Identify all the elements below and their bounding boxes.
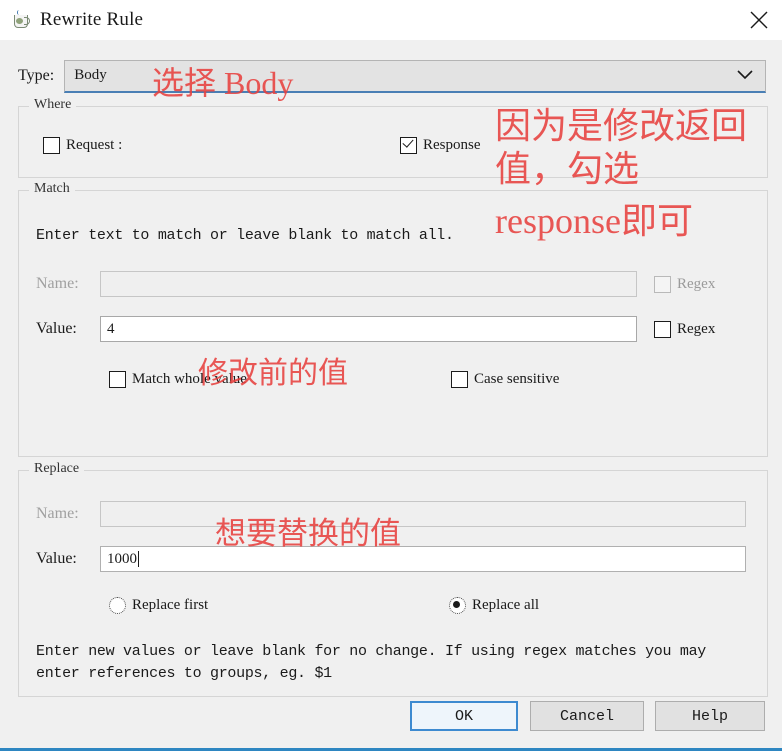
replace-hint-line2: enter references to groups, eg. $1	[36, 665, 332, 682]
response-checkbox[interactable]	[400, 137, 417, 154]
match-name-regex-label: Regex	[677, 275, 716, 292]
replace-all-radio[interactable]	[449, 597, 466, 614]
replace-value-input[interactable]: 1000	[100, 546, 746, 572]
case-sensitive-row[interactable]: Case sensitive	[451, 371, 559, 388]
replace-all-row[interactable]: Replace all	[449, 597, 539, 614]
replace-group: Replace Name: Value: 1000 Replace first	[18, 461, 768, 697]
type-row: Type: Body	[18, 59, 766, 93]
close-icon[interactable]	[736, 0, 782, 40]
match-value-regex-row[interactable]: Regex	[654, 320, 716, 338]
match-name-input	[100, 271, 637, 297]
case-sensitive-label: Case sensitive	[474, 371, 560, 387]
match-whole-value-row[interactable]: Match whole value	[109, 371, 247, 388]
replace-first-row[interactable]: Replace first	[109, 597, 208, 614]
request-checkbox-row[interactable]: Request :	[43, 137, 122, 154]
java-cup-icon	[11, 10, 31, 30]
replace-group-title: Replace	[29, 461, 85, 477]
chevron-down-icon	[737, 67, 753, 85]
replace-name-label: Name:	[36, 505, 79, 522]
where-group-title: Where	[29, 97, 77, 113]
match-group-title: Match	[29, 181, 75, 197]
type-label: Type:	[18, 67, 55, 84]
response-checkbox-row[interactable]: Response	[400, 137, 481, 154]
match-name-row: Name: Regex	[36, 271, 750, 297]
replace-all-label: Replace all	[472, 597, 540, 613]
case-sensitive-checkbox[interactable]	[451, 371, 468, 388]
rewrite-rule-dialog: Rewrite Rule Type: Body Where Request: …	[0, 0, 782, 751]
help-button[interactable]: Help	[655, 701, 765, 731]
response-label: Response	[423, 137, 481, 153]
match-name-regex-checkbox	[654, 275, 671, 293]
replace-first-radio[interactable]	[109, 597, 126, 614]
request-label: Request :	[66, 137, 123, 153]
match-hint: Enter text to match or leave blank to ma…	[36, 227, 454, 244]
match-value-input[interactable]: 4	[100, 316, 637, 342]
type-combobox-value: Body	[74, 67, 107, 83]
match-whole-value-label: Match whole value	[132, 371, 247, 387]
match-value-row: Value: 4 Regex	[36, 316, 750, 342]
request-checkbox[interactable]	[43, 137, 60, 154]
match-whole-value-checkbox[interactable]	[109, 371, 126, 388]
cancel-button[interactable]: Cancel	[530, 701, 644, 731]
replace-value-row: Value: 1000	[36, 546, 750, 572]
type-combobox[interactable]: Body	[64, 59, 766, 93]
replace-hint-line1: Enter new values or leave blank for no c…	[36, 643, 707, 660]
ok-button[interactable]: OK	[410, 701, 518, 731]
match-name-label: Name:	[36, 275, 79, 292]
match-name-regex-row: Regex	[654, 275, 716, 293]
title-bar: Rewrite Rule	[0, 0, 782, 40]
match-value-label: Value:	[36, 320, 77, 337]
where-group: Where Request : Response	[18, 97, 768, 178]
replace-value-label: Value:	[36, 550, 77, 567]
match-value-input-text: 4	[107, 320, 115, 337]
replace-name-row: Name:	[36, 501, 750, 527]
replace-value-input-text: 1000	[107, 550, 137, 567]
window-title: Rewrite Rule	[40, 9, 144, 30]
match-group: Match Enter text to match or leave blank…	[18, 181, 768, 457]
replace-first-label: Replace first	[132, 597, 209, 613]
match-value-regex-checkbox[interactable]	[654, 320, 671, 338]
match-value-regex-label: Regex	[677, 320, 716, 337]
replace-name-input	[100, 501, 746, 527]
text-caret	[138, 551, 139, 567]
dialog-content: Type: Body Where Request : Response Matc…	[0, 40, 782, 751]
